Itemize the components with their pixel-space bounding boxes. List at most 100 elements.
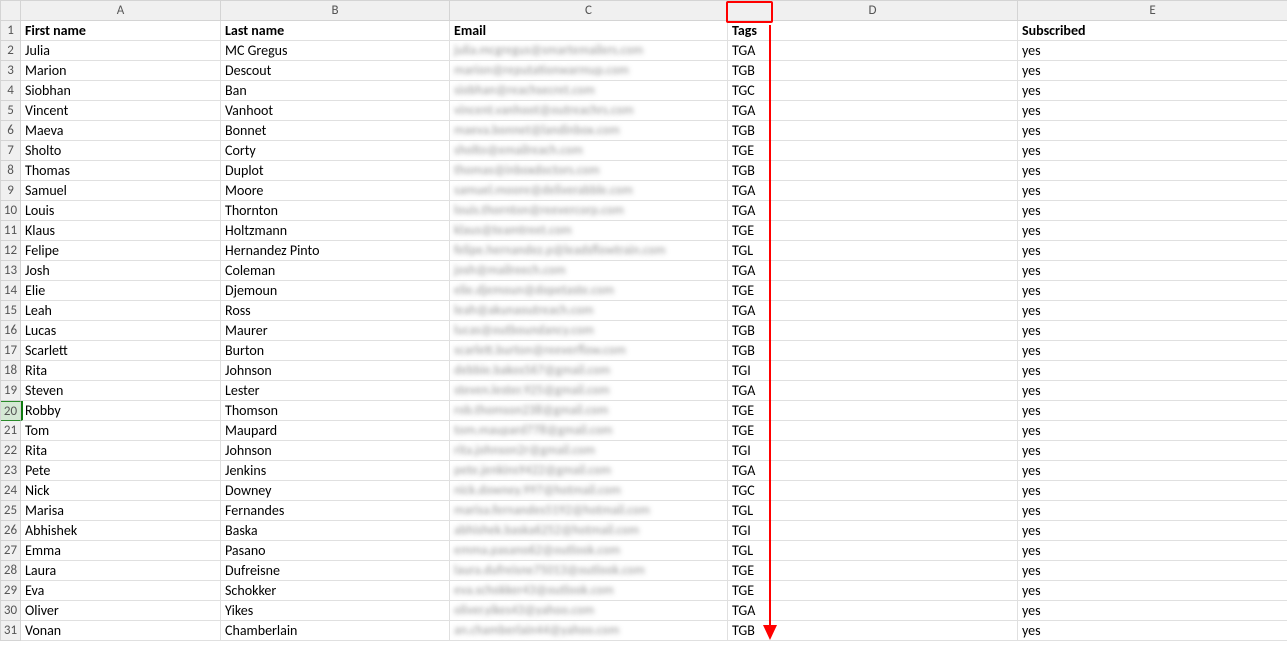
cell-E5[interactable]: yes <box>1018 101 1287 121</box>
cell-D4[interactable]: TGC <box>728 81 1018 101</box>
cell-D11[interactable]: TGE <box>728 221 1018 241</box>
cell-A13[interactable]: Josh <box>21 261 221 281</box>
cell-E28[interactable]: yes <box>1018 561 1287 581</box>
column-header-A[interactable]: A <box>21 1 221 21</box>
cell-C12[interactable]: felipe.hernandez.p@leadsflowtrain.com <box>450 241 728 261</box>
cell-E14[interactable]: yes <box>1018 281 1287 301</box>
cell-A2[interactable]: Julia <box>21 41 221 61</box>
cell-E13[interactable]: yes <box>1018 261 1287 281</box>
cell-E10[interactable]: yes <box>1018 201 1287 221</box>
row-header-7[interactable]: 7 <box>1 141 21 161</box>
cell-E1[interactable]: Subscribed <box>1018 21 1287 41</box>
cell-A20[interactable]: Robby <box>21 401 221 421</box>
cell-E9[interactable]: yes <box>1018 181 1287 201</box>
cell-D17[interactable]: TGB <box>728 341 1018 361</box>
cell-E4[interactable]: yes <box>1018 81 1287 101</box>
cell-E25[interactable]: yes <box>1018 501 1287 521</box>
cell-C1[interactable]: Email <box>450 21 728 41</box>
cell-E26[interactable]: yes <box>1018 521 1287 541</box>
cell-E18[interactable]: yes <box>1018 361 1287 381</box>
cell-B25[interactable]: Fernandes <box>221 501 450 521</box>
cell-A31[interactable]: Vonan <box>21 621 221 641</box>
cell-C31[interactable]: an.chamberlain44@yahoo.com <box>450 621 728 641</box>
cell-B6[interactable]: Bonnet <box>221 121 450 141</box>
cell-D12[interactable]: TGL <box>728 241 1018 261</box>
cell-B7[interactable]: Corty <box>221 141 450 161</box>
row-header-11[interactable]: 11 <box>1 221 21 241</box>
cell-C28[interactable]: laura.dufreisne75013@outlook.com <box>450 561 728 581</box>
cell-A26[interactable]: Abhishek <box>21 521 221 541</box>
cell-B11[interactable]: Holtzmann <box>221 221 450 241</box>
row-header-1[interactable]: 1 <box>1 21 21 41</box>
cell-C3[interactable]: marion@reputationwarmup.com <box>450 61 728 81</box>
cell-B3[interactable]: Descout <box>221 61 450 81</box>
cell-C13[interactable]: josh@mailreech.com <box>450 261 728 281</box>
cell-B20[interactable]: Thomson <box>221 401 450 421</box>
cell-E8[interactable]: yes <box>1018 161 1287 181</box>
row-header-17[interactable]: 17 <box>1 341 21 361</box>
cell-E3[interactable]: yes <box>1018 61 1287 81</box>
cell-A14[interactable]: Elie <box>21 281 221 301</box>
cell-A21[interactable]: Tom <box>21 421 221 441</box>
row-header-4[interactable]: 4 <box>1 81 21 101</box>
cell-C25[interactable]: marisa.fernandes5192@hotmail.com <box>450 501 728 521</box>
cell-E30[interactable]: yes <box>1018 601 1287 621</box>
cell-D10[interactable]: TGA <box>728 201 1018 221</box>
cell-C5[interactable]: vincent.vanhoot@outreachrs.com <box>450 101 728 121</box>
cell-A27[interactable]: Emma <box>21 541 221 561</box>
column-header-D[interactable]: D <box>728 1 1018 21</box>
cell-E6[interactable]: yes <box>1018 121 1287 141</box>
cell-B22[interactable]: Johnson <box>221 441 450 461</box>
row-header-10[interactable]: 10 <box>1 201 21 221</box>
cell-E16[interactable]: yes <box>1018 321 1287 341</box>
row-header-8[interactable]: 8 <box>1 161 21 181</box>
cell-B17[interactable]: Burton <box>221 341 450 361</box>
cell-D29[interactable]: TGE <box>728 581 1018 601</box>
cell-B8[interactable]: Duplot <box>221 161 450 181</box>
row-header-6[interactable]: 6 <box>1 121 21 141</box>
cell-D7[interactable]: TGE <box>728 141 1018 161</box>
row-header-27[interactable]: 27 <box>1 541 21 561</box>
cell-B4[interactable]: Ban <box>221 81 450 101</box>
cell-D14[interactable]: TGE <box>728 281 1018 301</box>
row-header-5[interactable]: 5 <box>1 101 21 121</box>
cell-D24[interactable]: TGC <box>728 481 1018 501</box>
cell-D16[interactable]: TGB <box>728 321 1018 341</box>
cell-A22[interactable]: Rita <box>21 441 221 461</box>
cell-E22[interactable]: yes <box>1018 441 1287 461</box>
cell-A15[interactable]: Leah <box>21 301 221 321</box>
cell-B12[interactable]: Hernandez Pinto <box>221 241 450 261</box>
cell-A19[interactable]: Steven <box>21 381 221 401</box>
row-header-28[interactable]: 28 <box>1 561 21 581</box>
cell-B23[interactable]: Jenkins <box>221 461 450 481</box>
row-header-25[interactable]: 25 <box>1 501 21 521</box>
cell-E24[interactable]: yes <box>1018 481 1287 501</box>
cell-C8[interactable]: thomas@inboxdoctors.com <box>450 161 728 181</box>
cell-D1[interactable]: Tags <box>728 21 1018 41</box>
cell-E7[interactable]: yes <box>1018 141 1287 161</box>
cell-A7[interactable]: Sholto <box>21 141 221 161</box>
cell-A30[interactable]: Oliver <box>21 601 221 621</box>
cell-B29[interactable]: Schokker <box>221 581 450 601</box>
cell-A29[interactable]: Eva <box>21 581 221 601</box>
row-header-29[interactable]: 29 <box>1 581 21 601</box>
cell-B19[interactable]: Lester <box>221 381 450 401</box>
cell-B5[interactable]: Vanhoot <box>221 101 450 121</box>
cell-C7[interactable]: sholto@emailreach.com <box>450 141 728 161</box>
cell-D30[interactable]: TGA <box>728 601 1018 621</box>
cell-C29[interactable]: eva.schokker43@outlook.com <box>450 581 728 601</box>
row-header-31[interactable]: 31 <box>1 621 21 641</box>
cell-B1[interactable]: Last name <box>221 21 450 41</box>
cell-A8[interactable]: Thomas <box>21 161 221 181</box>
cell-A28[interactable]: Laura <box>21 561 221 581</box>
cell-B15[interactable]: Ross <box>221 301 450 321</box>
cell-A3[interactable]: Marion <box>21 61 221 81</box>
cell-B30[interactable]: Yikes <box>221 601 450 621</box>
cell-A17[interactable]: Scarlett <box>21 341 221 361</box>
cell-D31[interactable]: TGB <box>728 621 1018 641</box>
cell-D18[interactable]: TGI <box>728 361 1018 381</box>
cell-C22[interactable]: rita.johnson2r@gmail.com <box>450 441 728 461</box>
cell-C23[interactable]: pete.jenkins9422@gmail.com <box>450 461 728 481</box>
row-header-16[interactable]: 16 <box>1 321 21 341</box>
row-header-13[interactable]: 13 <box>1 261 21 281</box>
